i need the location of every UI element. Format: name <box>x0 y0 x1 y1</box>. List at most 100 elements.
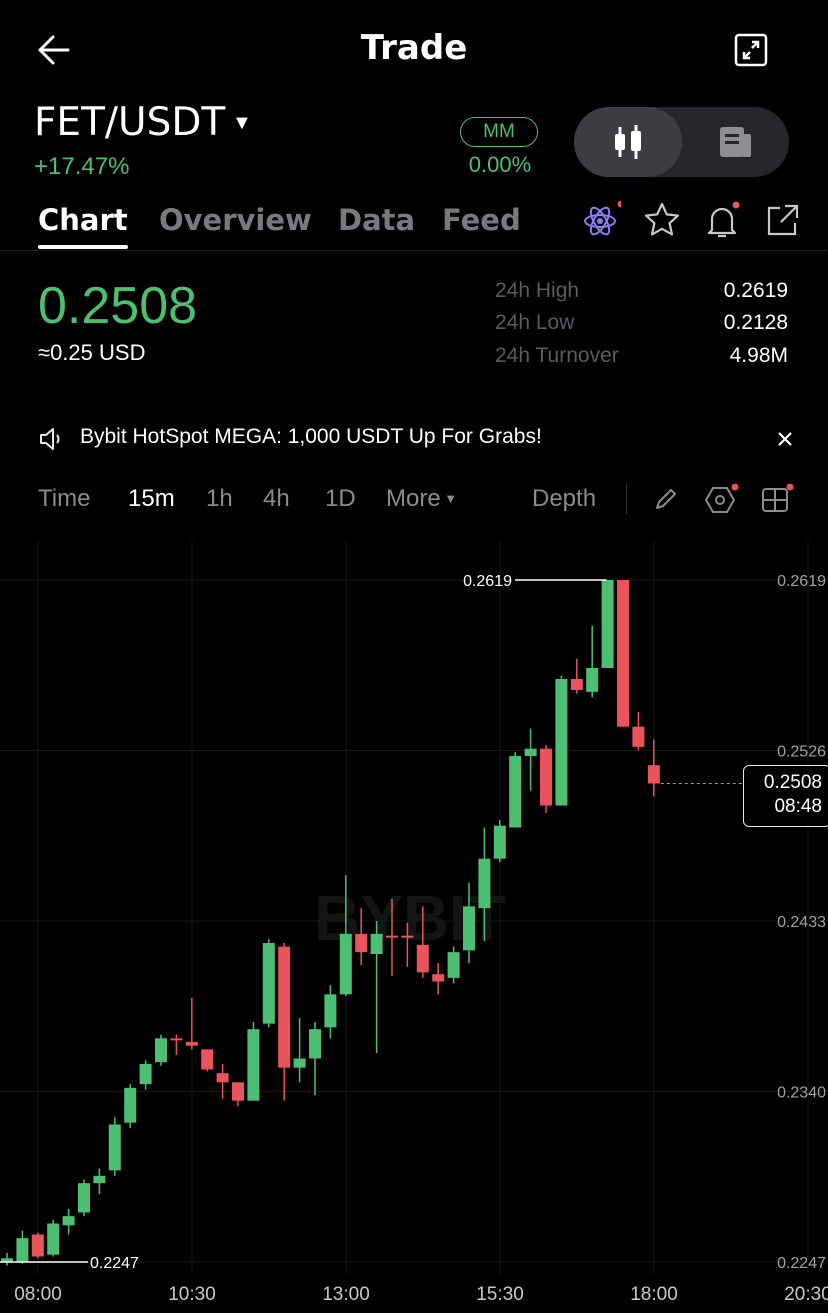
mm-badge[interactable]: MM <box>460 117 538 147</box>
tf-15m[interactable]: 15m <box>128 485 175 513</box>
document-icon <box>720 127 751 157</box>
candle-body <box>555 679 568 806</box>
alert-button[interactable] <box>703 201 743 241</box>
tf-time[interactable]: Time <box>38 485 90 513</box>
announcement-text[interactable]: Bybit HotSpot MEGA: 1,000 USDT Up For Gr… <box>80 425 542 449</box>
y-tick-label: 0.2340 <box>777 1085 826 1102</box>
candle-body <box>185 1042 198 1046</box>
draw-button[interactable] <box>652 485 680 518</box>
candle-body <box>31 1234 44 1257</box>
candle[interactable] <box>570 658 583 694</box>
last-price: 0.2508 <box>38 277 198 335</box>
current-price-tag: 0.2508 08:48 <box>743 765 828 827</box>
candle[interactable] <box>16 1230 29 1264</box>
candle-body <box>309 1029 321 1059</box>
candle-body <box>16 1238 29 1262</box>
candle[interactable] <box>170 1034 183 1055</box>
favorite-button[interactable] <box>643 201 681 239</box>
candle-body <box>216 1073 229 1083</box>
candle[interactable] <box>647 739 660 797</box>
candle[interactable] <box>309 1021 321 1096</box>
candle[interactable] <box>108 1117 121 1176</box>
low-marker-label: 0.2247 <box>90 1255 139 1272</box>
candle-body <box>139 1064 152 1085</box>
candle-body <box>324 994 337 1028</box>
candle[interactable] <box>617 580 629 727</box>
candle[interactable] <box>540 745 552 813</box>
candle[interactable] <box>124 1084 137 1129</box>
candle[interactable] <box>493 820 506 863</box>
candle[interactable] <box>216 1064 229 1099</box>
ai-button[interactable] <box>581 200 625 241</box>
tf-more[interactable]: More ▼ <box>386 485 457 513</box>
candle-body <box>540 748 552 806</box>
x-tick-label: 15:30 <box>476 1284 524 1305</box>
candle[interactable] <box>62 1208 75 1235</box>
caret-down-icon[interactable]: ▼ <box>232 112 252 135</box>
stat-value-turnover: 4.98M <box>729 344 788 367</box>
indicator-button[interactable] <box>705 483 741 521</box>
close-announcement-button[interactable] <box>776 430 794 453</box>
tf-1d[interactable]: 1D <box>325 485 356 513</box>
candle-body <box>493 825 506 859</box>
candle-body <box>570 679 583 690</box>
candlestick-chart[interactable]: BYBIT 0.26190.25260.24330.23400.224708:0… <box>0 540 828 1313</box>
tf-more-label: More <box>386 485 441 512</box>
x-tick-label: 18:00 <box>630 1284 678 1305</box>
mm-value: 0.00% <box>468 152 532 177</box>
layout-button[interactable] <box>760 483 796 521</box>
candle[interactable] <box>1 1252 13 1266</box>
y-tick-label: 0.2247 <box>777 1255 826 1272</box>
candle[interactable] <box>78 1179 90 1217</box>
candle[interactable] <box>586 625 599 698</box>
candle[interactable] <box>201 1049 214 1072</box>
tf-4h[interactable]: 4h <box>263 485 290 513</box>
candle[interactable] <box>155 1034 167 1066</box>
candle[interactable] <box>555 675 568 806</box>
candle[interactable] <box>47 1219 60 1257</box>
candle-body <box>108 1124 121 1171</box>
candle[interactable] <box>509 752 522 828</box>
fullscreen-button[interactable] <box>733 32 769 68</box>
stat-value-high: 0.2619 <box>723 279 788 302</box>
tab-overview[interactable]: Overview <box>159 203 312 237</box>
orderbook-view-button[interactable] <box>682 107 789 177</box>
tab-data[interactable]: Data <box>338 203 415 237</box>
candle[interactable] <box>278 943 291 1101</box>
candle-body <box>370 933 383 954</box>
candle[interactable] <box>185 998 198 1050</box>
chart-view-button[interactable] <box>574 107 682 177</box>
tf-depth[interactable]: Depth <box>532 485 596 513</box>
tab-chart[interactable]: Chart <box>38 203 128 237</box>
candle[interactable] <box>262 939 275 1028</box>
candle[interactable] <box>324 985 337 1039</box>
tab-feed[interactable]: Feed <box>442 203 521 237</box>
candle[interactable] <box>632 712 645 751</box>
candle[interactable] <box>370 921 383 1053</box>
candle[interactable] <box>31 1232 44 1259</box>
stat-label-low: 24h Low <box>495 311 575 334</box>
share-button[interactable] <box>764 203 800 239</box>
candle[interactable] <box>524 728 537 791</box>
candle[interactable] <box>293 1018 306 1083</box>
pencil-icon <box>656 489 676 509</box>
candle-body <box>262 943 275 1024</box>
candle[interactable] <box>139 1060 152 1090</box>
close-icon <box>778 432 792 446</box>
candle[interactable] <box>93 1168 106 1195</box>
candle[interactable] <box>247 1021 260 1101</box>
bell-icon <box>707 201 740 238</box>
candle-body <box>401 935 414 938</box>
page-title: Trade <box>360 28 468 68</box>
candle[interactable] <box>232 1082 244 1107</box>
pair-selector[interactable]: FET/USDT <box>34 100 225 145</box>
candle-body <box>617 580 629 727</box>
tf-1h[interactable]: 1h <box>206 485 233 513</box>
expand-icon <box>734 33 768 67</box>
candle[interactable] <box>432 963 445 995</box>
candle-body <box>155 1038 167 1063</box>
candle[interactable] <box>447 946 460 984</box>
candle[interactable] <box>601 580 614 668</box>
atom-icon <box>584 200 625 236</box>
candle-body <box>355 933 368 953</box>
